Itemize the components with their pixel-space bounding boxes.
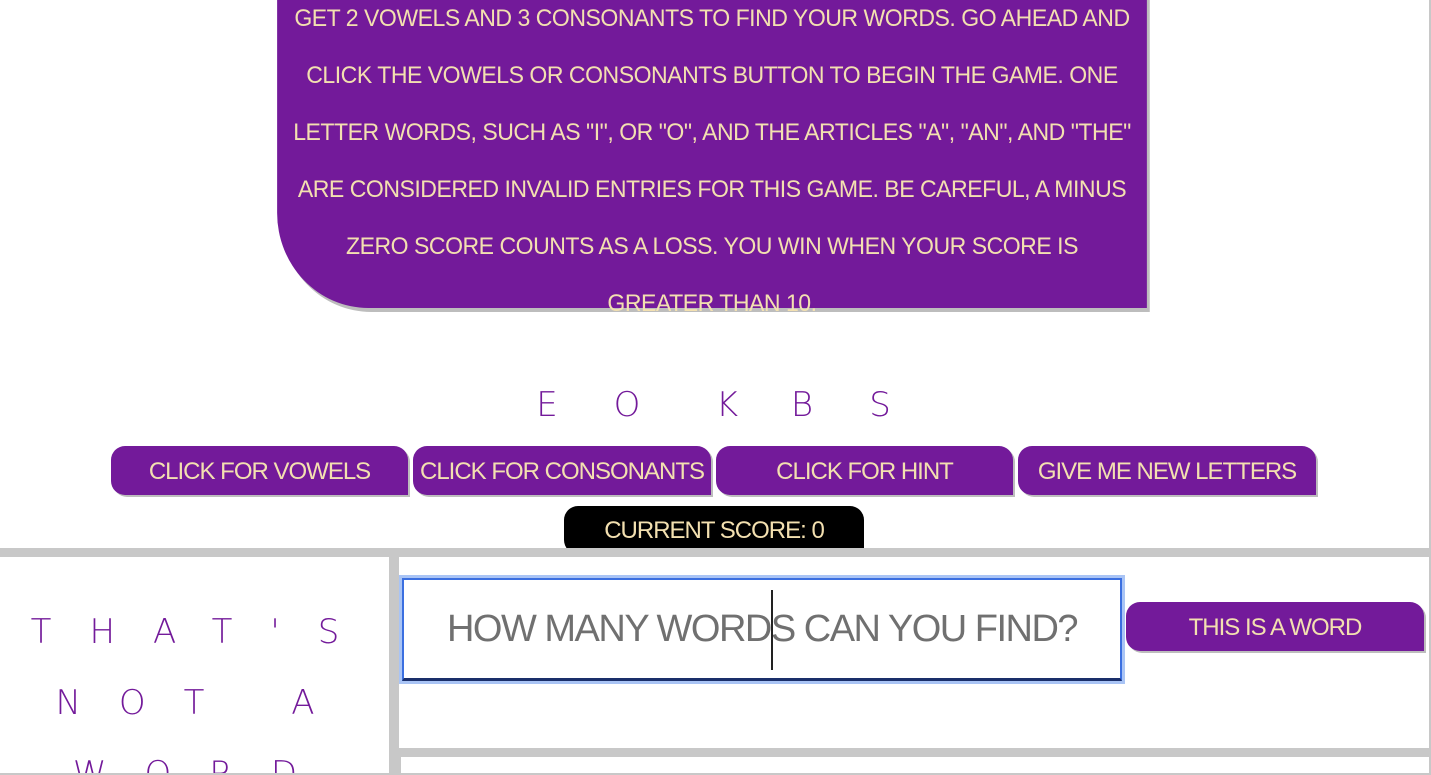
submit-word-button[interactable]: This is a word <box>1126 602 1424 651</box>
vowels-button[interactable]: Click for vowels <box>111 446 408 495</box>
hint-button[interactable]: Click for hint <box>716 446 1013 495</box>
text-caret <box>771 590 773 670</box>
letter-tile: S <box>869 385 891 425</box>
feedback-message: That's not a word <box>30 612 378 775</box>
game-page: Get 2 vowels and 3 consonants to find yo… <box>0 0 1431 775</box>
feedback-panel: That's not a word <box>0 557 389 775</box>
letter-tile: K <box>715 385 739 425</box>
letter-tile: B <box>790 385 814 425</box>
word-input[interactable] <box>399 575 1125 684</box>
divider <box>0 548 1431 557</box>
divider <box>399 748 1431 757</box>
instructions-panel: Get 2 vowels and 3 consonants to find yo… <box>277 0 1147 317</box>
letter-tile: O <box>613 385 641 425</box>
column-divider <box>389 557 399 775</box>
new-letters-button[interactable]: Give me new letters <box>1018 446 1316 495</box>
instructions-text: Get 2 vowels and 3 consonants to find yo… <box>293 5 1131 317</box>
letter-tiles: E O K B S <box>0 383 1431 433</box>
consonants-button[interactable]: Click for consonants <box>413 446 711 495</box>
letter-tile: E <box>536 385 558 425</box>
score-display: Current Score: 0 <box>564 506 864 554</box>
